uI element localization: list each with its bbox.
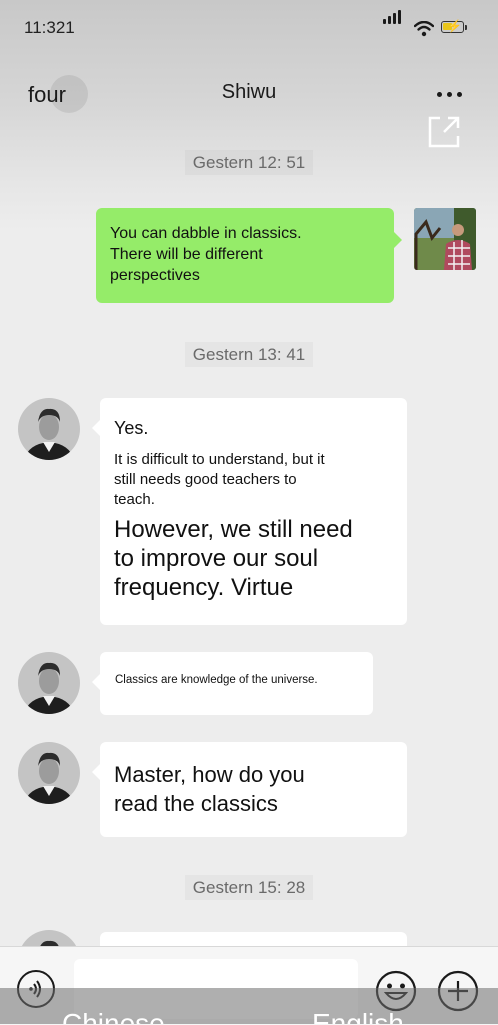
arrow-icon: →	[236, 1008, 264, 1024]
status-bar: 11:321 ⚡	[0, 0, 498, 60]
outgoing-message-bubble[interactable]: You can dabble in classics. There will b…	[96, 208, 402, 303]
more-icon[interactable]	[432, 88, 468, 102]
contact-avatar[interactable]	[18, 742, 80, 804]
contact-avatar[interactable]	[18, 398, 80, 460]
chat-title: Shiwu	[221, 81, 277, 103]
message-timestamp: Gestern 15: 28	[0, 878, 498, 898]
message-timestamp: Gestern 12: 51	[0, 153, 498, 173]
message-text: Yes.	[114, 418, 149, 438]
status-time: 11:321	[24, 18, 75, 37]
message-text: However, we still need to improve our so…	[114, 516, 353, 601]
translation-bar: Chinese → English	[0, 988, 498, 1024]
user-avatar[interactable]	[414, 208, 476, 270]
incoming-message-bubble[interactable]: Master, how do you read the classics	[92, 742, 407, 837]
message-text: You can dabble in classics. There will b…	[110, 225, 302, 284]
wifi-icon	[414, 21, 434, 37]
message-text: It is difficult to understand, but it st…	[114, 451, 325, 508]
incoming-message-bubble[interactable]: Classics are knowledge of the universe.	[92, 652, 373, 715]
message-text: Master, how do you read the classics	[114, 762, 305, 816]
message-text: Classics are knowledge of the universe.	[115, 674, 318, 686]
source-language: Chinese	[62, 1008, 165, 1024]
battery-charging-icon: ⚡	[441, 19, 467, 33]
incoming-message-bubble[interactable]: Yes. It is difficult to understand, but …	[92, 398, 407, 625]
target-language: English	[312, 1008, 404, 1024]
contact-avatar[interactable]	[18, 652, 80, 714]
share-icon[interactable]	[424, 112, 464, 152]
message-timestamp: Gestern 13: 41	[0, 345, 498, 365]
